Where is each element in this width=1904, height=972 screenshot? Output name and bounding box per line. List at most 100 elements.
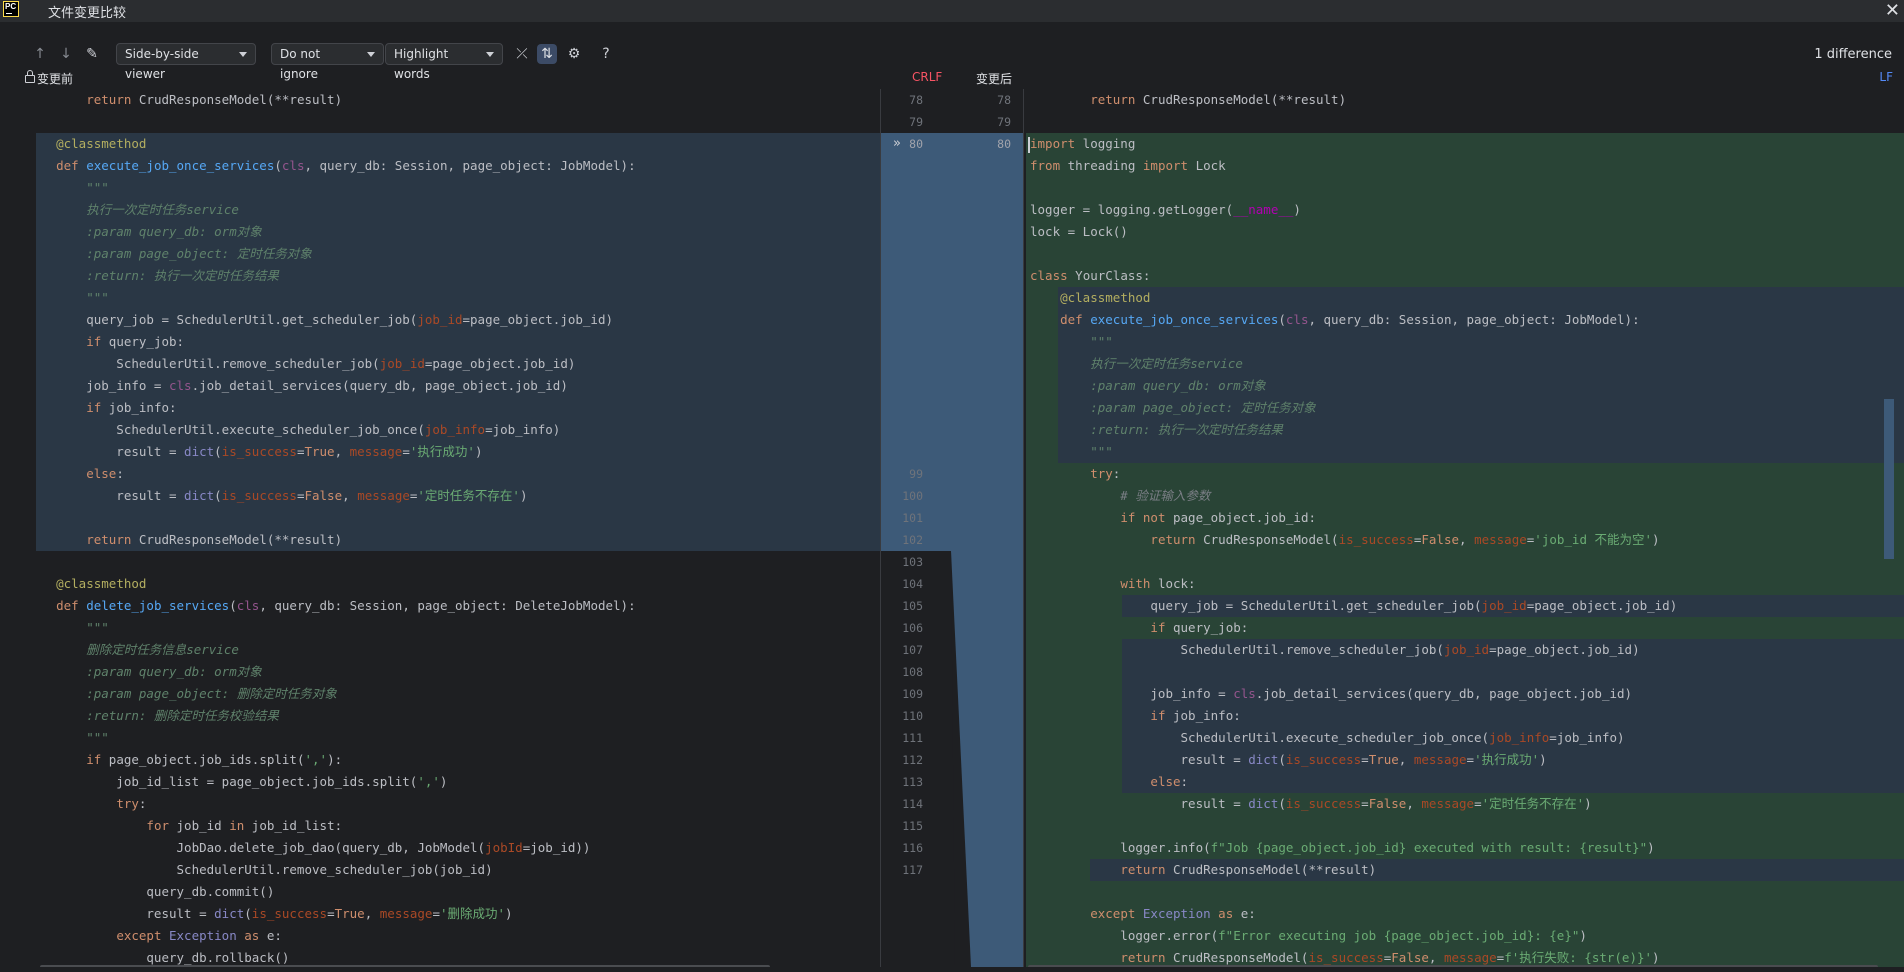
code-line: SchedulerUtil.execute_scheduler_job_once… bbox=[26, 422, 561, 437]
highlight-mode-select[interactable]: Highlight words bbox=[385, 43, 503, 81]
left-line-number: 99 bbox=[909, 467, 923, 481]
previous-difference-icon[interactable]: ↑ bbox=[30, 44, 50, 64]
next-difference-icon[interactable]: ↓ bbox=[56, 44, 76, 64]
right-line-number: 78 bbox=[997, 93, 1011, 107]
edit-source-icon[interactable]: ✎ bbox=[82, 44, 102, 64]
settings-gear-icon[interactable]: ⚙ bbox=[564, 44, 584, 64]
left-line-number: 108 bbox=[902, 665, 923, 679]
code-line: else: bbox=[86, 466, 124, 481]
code-line: try: bbox=[116, 796, 147, 811]
code-line: """ bbox=[1030, 444, 1113, 459]
code-line: import logging bbox=[1030, 136, 1136, 151]
code-line: query_job = SchedulerUtil.get_scheduler_… bbox=[26, 312, 614, 327]
collapse-unchanged-icon[interactable]: ⤫ bbox=[512, 44, 532, 64]
horizontal-scrollbar[interactable] bbox=[40, 965, 770, 967]
code-line: def delete_job_services(cls, query_db: S… bbox=[56, 598, 636, 613]
difference-count: 1 difference bbox=[1814, 47, 1892, 62]
right-title: 变更后 bbox=[976, 72, 1013, 86]
left-line-number: 80 bbox=[909, 137, 923, 151]
left-line-number: 79 bbox=[909, 115, 923, 129]
left-line-number: 109 bbox=[902, 687, 923, 701]
code-line: return CrudResponseModel(is_success=Fals… bbox=[1120, 950, 1660, 965]
left-line-number: 114 bbox=[902, 797, 923, 811]
code-line: """ bbox=[26, 620, 109, 635]
lock-icon bbox=[25, 70, 35, 83]
left-line-number: 116 bbox=[902, 841, 923, 855]
left-line-number: 112 bbox=[902, 753, 923, 767]
code-line: lock = Lock() bbox=[1030, 224, 1128, 239]
code-line: @classmethod bbox=[56, 576, 147, 591]
code-line: job_info = cls.job_detail_services(query… bbox=[26, 378, 568, 393]
left-line-number: 117 bbox=[902, 863, 923, 877]
horizontal-scrollbar[interactable] bbox=[1028, 965, 1878, 967]
change-marker bbox=[1884, 399, 1894, 559]
diff-header: 变更前 CRLF 变更后 LF bbox=[0, 70, 1904, 88]
code-line: logger.info(f"Job {page_object.job_id} e… bbox=[1030, 840, 1655, 855]
code-line: return CrudResponseModel(**result) bbox=[1090, 92, 1347, 107]
code-line: except Exception as e: bbox=[116, 928, 282, 943]
left-line-number: 105 bbox=[902, 599, 923, 613]
left-line-number: 113 bbox=[902, 775, 923, 789]
code-line: SchedulerUtil.remove_scheduler_job(job_i… bbox=[26, 862, 493, 877]
code-line: """ bbox=[26, 290, 109, 305]
diff-toolbar: ↑ ↓ ✎ Side-by-side viewer Do not ignore … bbox=[0, 40, 1904, 81]
left-line-number: 104 bbox=[902, 577, 923, 591]
code-line: else: bbox=[1150, 774, 1189, 789]
code-line: def execute_job_once_services(cls, query… bbox=[56, 158, 636, 173]
code-line: query_db.rollback() bbox=[26, 950, 290, 965]
left-editor[interactable]: return CrudResponseModel(**result) @clas… bbox=[20, 89, 880, 967]
code-line: result = dict(is_success=True, message='… bbox=[26, 906, 513, 921]
code-line: if page_object.job_ids.split(','): bbox=[86, 752, 343, 767]
window-title: 文件变更比较 bbox=[48, 6, 127, 21]
left-line-number: 107 bbox=[902, 643, 923, 657]
viewer-mode-select[interactable]: Side-by-side viewer bbox=[116, 43, 256, 81]
code-line: """ bbox=[26, 730, 109, 745]
code-line: result = dict(is_success=True, message='… bbox=[1030, 752, 1547, 767]
code-line: return CrudResponseModel(is_success=Fals… bbox=[1150, 532, 1660, 547]
code-line: result = dict(is_success=False, message=… bbox=[26, 488, 528, 503]
code-line: :param page_object: 定时任务对象 bbox=[26, 246, 312, 261]
right-editor[interactable]: return CrudResponseModel(**result) import… bbox=[1024, 89, 1904, 967]
right-line-separator[interactable]: LF bbox=[1879, 70, 1893, 84]
code-line: :param page_object: 删除定时任务对象 bbox=[26, 686, 337, 701]
code-line: logger = logging.getLogger(__name__) bbox=[1030, 202, 1301, 217]
code-line: return CrudResponseModel(**result) bbox=[86, 92, 343, 107]
code-line: if job_info: bbox=[86, 400, 177, 415]
close-icon[interactable]: ✕ bbox=[1885, 0, 1900, 21]
code-line: :param query_db: orm对象 bbox=[26, 224, 262, 239]
code-line: for job_id in job_id_list: bbox=[146, 818, 343, 833]
code-line: try: bbox=[1090, 466, 1121, 481]
code-line: # 验证输入参数 bbox=[1030, 488, 1211, 503]
code-line: result = dict(is_success=True, message='… bbox=[26, 444, 483, 459]
code-line: except Exception as e: bbox=[1090, 906, 1256, 921]
pycharm-logo-icon: PC bbox=[3, 1, 19, 17]
code-line: return CrudResponseModel(**result) bbox=[1120, 862, 1377, 877]
code-line: SchedulerUtil.remove_scheduler_job(job_i… bbox=[1030, 642, 1640, 657]
code-line: job_info = cls.job_detail_services(query… bbox=[1030, 686, 1633, 701]
code-line: SchedulerUtil.remove_scheduler_job(job_i… bbox=[26, 356, 576, 371]
code-line: result = dict(is_success=False, message=… bbox=[1030, 796, 1592, 811]
code-line: """ bbox=[1030, 334, 1113, 349]
code-line: if job_info: bbox=[1150, 708, 1241, 723]
right-line-number: 80 bbox=[997, 137, 1011, 151]
code-line: def execute_job_once_services(cls, query… bbox=[1060, 312, 1640, 327]
sync-scroll-icon[interactable]: ⇅ bbox=[537, 44, 557, 64]
code-line: SchedulerUtil.execute_scheduler_job_once… bbox=[1030, 730, 1625, 745]
left-title: 变更前 bbox=[25, 70, 73, 87]
code-line: :param query_db: orm对象 bbox=[26, 664, 262, 679]
code-line: JobDao.delete_job_dao(query_db, JobModel… bbox=[26, 840, 591, 855]
code-line: :return: 执行一次定时任务结果 bbox=[26, 268, 279, 283]
left-line-separator[interactable]: CRLF bbox=[912, 70, 942, 84]
left-line-number: 106 bbox=[902, 621, 923, 635]
left-line-number: 102 bbox=[902, 533, 923, 547]
code-line: logger.error(f"Error executing job {page… bbox=[1030, 928, 1587, 943]
help-icon[interactable]: ? bbox=[596, 44, 616, 64]
right-line-number: 79 bbox=[997, 115, 1011, 129]
left-line-number: 100 bbox=[902, 489, 923, 503]
ignore-mode-select[interactable]: Do not ignore bbox=[271, 43, 384, 81]
left-line-number: 101 bbox=[902, 511, 923, 525]
code-line: if query_job: bbox=[86, 334, 185, 349]
code-line: return CrudResponseModel(**result) bbox=[86, 532, 343, 547]
code-line: if not page_object.job_id: bbox=[1120, 510, 1316, 525]
code-line: 删除定时任务信息service bbox=[26, 642, 239, 657]
